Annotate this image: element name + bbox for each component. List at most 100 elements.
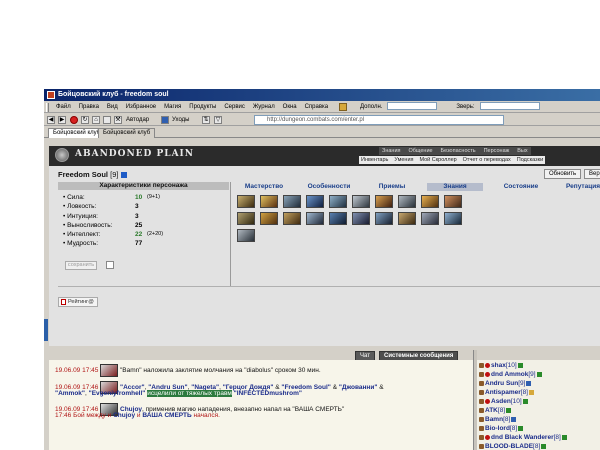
top-menu-character[interactable]: Персонаж (481, 147, 513, 155)
forward-icon[interactable]: ▶ (58, 116, 66, 124)
user-row[interactable]: Bio-lord[8] (479, 425, 524, 433)
menu-file[interactable]: Файл (53, 102, 74, 113)
user-name[interactable]: shax (491, 362, 506, 369)
info-icon[interactable] (517, 362, 523, 368)
nick[interactable]: "Ammok" (55, 390, 85, 397)
nick[interactable]: "INFECTEDmushrom" (234, 390, 302, 397)
skill-icon[interactable] (444, 195, 462, 208)
menu-magic[interactable]: Магия (161, 102, 184, 113)
user-name[interactable]: Antispamer (485, 389, 521, 396)
skill-icon[interactable] (398, 195, 416, 208)
user-name[interactable]: ATK (485, 407, 498, 414)
user-row[interactable]: BLOOD-BLADE[8] (479, 443, 547, 450)
user-row[interactable]: dnd Black Wanderer[8] (479, 434, 567, 442)
menu-favorites[interactable]: Избранное (123, 102, 159, 113)
skill-icon[interactable] (329, 212, 347, 225)
user-row[interactable]: dnd Ammok[9] (479, 371, 542, 379)
save-checkbox[interactable] (106, 261, 114, 269)
info-icon[interactable] (511, 416, 517, 422)
uhoty-icon[interactable] (161, 116, 169, 124)
stop-icon[interactable] (70, 116, 78, 124)
tab-state[interactable]: Состояние (491, 183, 551, 191)
skill-icon[interactable] (260, 212, 278, 225)
info-icon[interactable] (529, 389, 534, 395)
tools-icon[interactable]: ⚒ (114, 116, 122, 124)
nick[interactable]: ВАША СМЕРТЬ (142, 412, 191, 419)
skill-icon[interactable] (237, 229, 255, 242)
zvere-field[interactable] (479, 102, 540, 111)
info-icon[interactable] (541, 443, 547, 449)
skill-icon[interactable] (444, 212, 462, 225)
user-row[interactable]: Asden[10] (479, 398, 528, 406)
skill-icon[interactable] (283, 195, 301, 208)
filter-icon[interactable]: ▽ (214, 116, 222, 124)
user-row[interactable]: ATK[8] (479, 407, 512, 415)
uhoty-button[interactable]: Уходы (172, 115, 190, 125)
skill-icon[interactable] (237, 195, 255, 208)
tab-knowledge[interactable]: Знания (427, 183, 483, 191)
skill-icon[interactable] (421, 212, 439, 225)
user-row[interactable]: Andru Sun[9] (479, 380, 532, 388)
rating-button[interactable]: Рейтинг@ (58, 297, 98, 307)
skill-icon[interactable] (306, 195, 324, 208)
skill-icon[interactable] (237, 212, 255, 225)
home-icon[interactable]: ⌂ (92, 116, 100, 124)
tab-techniques[interactable]: Приемы (369, 183, 415, 191)
user-name[interactable]: dnd Ammok (491, 371, 528, 378)
nick[interactable]: "Evgeniyfromhell" (89, 390, 146, 397)
refresh-icon[interactable]: ↻ (81, 116, 89, 124)
back-icon[interactable]: ◀ (47, 116, 55, 124)
menu-edit[interactable]: Правка (76, 102, 102, 113)
tab-combats-1[interactable]: Бойцовский клуб (48, 128, 106, 138)
top-menu-security[interactable]: Безопасность (438, 147, 479, 155)
nick[interactable]: "Джованни" (339, 384, 378, 391)
info-icon[interactable] (522, 398, 528, 404)
page-icon[interactable] (103, 116, 111, 124)
sub-menu-scroller[interactable]: Мой Скроллер (417, 156, 458, 164)
user-name[interactable]: Bio-lord (485, 425, 510, 432)
menu-windows[interactable]: Окна (280, 102, 300, 113)
arrows-icon[interactable]: ⇅ (202, 116, 210, 124)
skill-icon[interactable] (352, 195, 370, 208)
left-splitter[interactable] (44, 319, 48, 341)
sub-menu-skills[interactable]: Умения (392, 156, 415, 164)
tab-mastery[interactable]: Мастерство (235, 183, 293, 191)
dopoln-field[interactable] (387, 102, 438, 111)
skill-icon[interactable] (375, 212, 393, 225)
info-icon[interactable] (518, 425, 524, 431)
info-icon[interactable] (506, 407, 512, 413)
user-row[interactable]: Antispamer[8] (479, 389, 534, 397)
tab-system-messages[interactable]: Системные сообщения (379, 351, 459, 360)
update-button[interactable]: Обновить (544, 169, 582, 179)
autodar-button[interactable]: Автодар (126, 115, 149, 125)
skill-icon[interactable] (306, 212, 324, 225)
tab-reputation[interactable]: Репутация (559, 183, 600, 191)
user-row[interactable]: shax[10] (479, 362, 523, 370)
address-bar[interactable]: http://dungeon.combats.com/enter.pl (254, 115, 504, 125)
toolbar-icon[interactable] (339, 103, 348, 111)
info-icon[interactable] (561, 434, 567, 440)
save-button[interactable]: сохранить (65, 261, 97, 270)
user-name[interactable]: dnd Black Wanderer (491, 434, 554, 441)
top-menu-communication[interactable]: Общение (405, 147, 435, 155)
tab-features[interactable]: Особенности (297, 183, 361, 191)
info-icon[interactable] (536, 371, 542, 377)
user-name[interactable]: Bamn (485, 416, 503, 423)
menu-help[interactable]: Справка (302, 102, 332, 113)
skill-icon[interactable] (283, 212, 301, 225)
info-icon[interactable] (526, 380, 532, 386)
skill-icon[interactable] (260, 195, 278, 208)
skill-icon[interactable] (352, 212, 370, 225)
top-menu-exit[interactable]: Вых (514, 147, 530, 155)
skill-icon[interactable] (375, 195, 393, 208)
user-name[interactable]: Asden (491, 398, 511, 405)
back-button[interactable]: Верн (584, 169, 600, 179)
menu-journal[interactable]: Журнал (250, 102, 278, 113)
nick[interactable]: Chujoy (113, 412, 135, 419)
tab-combats-2[interactable]: Бойцовский клуб (98, 128, 156, 138)
info-icon[interactable] (120, 172, 127, 179)
sub-menu-inventory[interactable]: Инвентарь (359, 156, 390, 164)
skill-icon[interactable] (421, 195, 439, 208)
menu-products[interactable]: Продукты (186, 102, 219, 113)
menu-view[interactable]: Вид (104, 102, 121, 113)
